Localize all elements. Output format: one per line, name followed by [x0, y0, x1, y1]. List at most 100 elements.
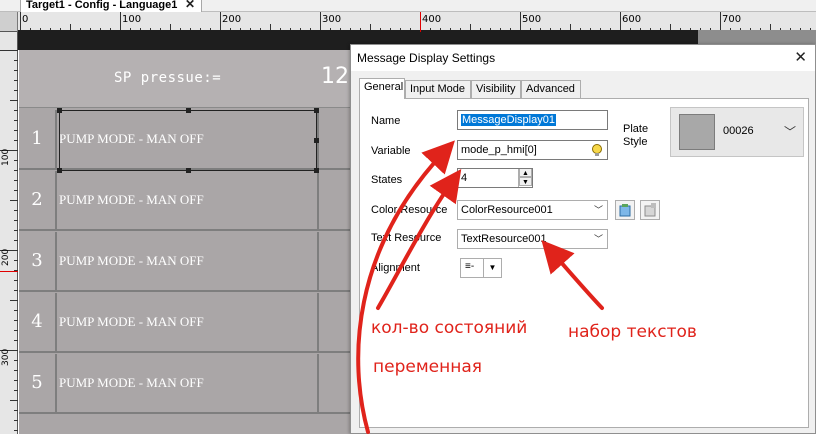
ruler-tick	[14, 410, 18, 411]
ruler-label: 300	[322, 14, 342, 25]
plate-style-label-line1: Plate	[623, 123, 649, 135]
row-number: 3	[19, 232, 57, 290]
alignment-select[interactable]: ≡- ▼	[460, 258, 502, 278]
sp-pressure-value: 12	[321, 64, 349, 89]
ruler-label: 600	[622, 14, 642, 25]
ruler-label: 700	[722, 14, 742, 25]
document-tab-title: Target1 - Config - Language1	[26, 0, 178, 11]
ruler-tick	[14, 120, 18, 121]
ruler-tick	[14, 160, 18, 161]
ruler-label: 200	[222, 14, 242, 25]
variable-label: Variable	[371, 145, 411, 157]
message-row[interactable]: 5 PUMP MODE - MAN OFF	[19, 354, 351, 414]
text-resource-select[interactable]: TextResource001 ﹀	[457, 229, 608, 249]
message-display-text: PUMP MODE - MAN OFF	[59, 253, 204, 268]
close-icon[interactable]: ✕	[794, 48, 807, 66]
plate-style-label-line2: Style	[623, 136, 648, 148]
ruler-tick	[14, 90, 18, 91]
close-icon[interactable]: ✕	[185, 0, 195, 10]
states-spinner[interactable]: ▲ ▼	[518, 169, 532, 187]
ruler-tick	[14, 430, 18, 431]
ruler-tick	[20, 12, 21, 32]
message-display-text: PUMP MODE - MAN OFF	[59, 375, 204, 390]
edit-color-resource-button[interactable]	[615, 200, 635, 220]
align-left-icon: ≡-	[465, 261, 475, 272]
screen-header[interactable]: SP pressue:= 12	[19, 50, 351, 108]
ruler-tick	[14, 260, 18, 261]
resize-handle[interactable]	[186, 108, 191, 113]
color-resource-value: ColorResource001	[461, 204, 553, 216]
ruler-tick	[120, 12, 121, 32]
chevron-down-icon: ﹀	[593, 205, 603, 215]
plate-style-select[interactable]: 00026 ﹀	[670, 107, 804, 157]
color-resource-select[interactable]: ColorResource001 ﹀	[457, 200, 608, 220]
dialog-titlebar[interactable]: Message Display Settings ✕	[351, 45, 815, 71]
tab-advanced[interactable]: Advanced	[521, 80, 581, 98]
ruler-tick	[14, 360, 18, 361]
message-row[interactable]: 2 PUMP MODE - MAN OFF	[19, 171, 351, 231]
message-display-text: PUMP MODE - MAN OFF	[59, 192, 204, 207]
dialog-title: Message Display Settings	[357, 51, 496, 65]
document-tab[interactable]: Target1 - Config - Language1 ✕	[20, 0, 202, 12]
ruler-tick	[10, 100, 18, 101]
ruler-tick	[14, 70, 18, 71]
ruler-tick	[10, 400, 18, 401]
ruler-label: 500	[522, 14, 542, 25]
ruler-tick	[14, 80, 18, 81]
name-input[interactable]: MessageDisplay01	[457, 110, 608, 130]
ruler-tick	[14, 380, 18, 381]
resize-handle[interactable]	[314, 138, 319, 143]
row-divider	[317, 232, 319, 290]
ruler-tick	[14, 140, 18, 141]
ruler-tick	[0, 50, 18, 51]
message-row[interactable]: 4 PUMP MODE - MAN OFF	[19, 293, 351, 353]
resize-handle[interactable]	[314, 108, 319, 113]
resource-edit-icon	[619, 204, 631, 217]
variable-input[interactable]: mode_p_hmi[0]	[457, 140, 608, 160]
text-resource-value: TextResource001	[461, 233, 547, 245]
ruler-label: 300	[1, 348, 11, 366]
resize-handle[interactable]	[186, 168, 191, 173]
plate-style-value: 00026	[723, 125, 754, 137]
states-spinbox[interactable]: 4 ▲ ▼	[457, 168, 533, 188]
name-label: Name	[371, 115, 401, 127]
annotation-variable: переменная	[373, 357, 482, 377]
variable-value: mode_p_hmi[0]	[461, 144, 537, 156]
ruler-cursor-marker-vertical	[0, 271, 18, 272]
tab-visibility[interactable]: Visibility	[471, 80, 521, 98]
ruler-tick	[14, 240, 18, 241]
ruler-label: 400	[422, 14, 442, 25]
resize-handle[interactable]	[314, 168, 319, 173]
ruler-tick	[14, 110, 18, 111]
resize-handle[interactable]	[57, 168, 62, 173]
text-resource-label: Text Resource	[371, 232, 442, 244]
ruler-tick	[520, 12, 521, 32]
plate-swatch	[679, 114, 715, 150]
lightbulb-icon[interactable]	[590, 143, 604, 157]
tab-general[interactable]: General	[359, 78, 405, 99]
row-divider	[317, 171, 319, 229]
spin-up-icon[interactable]: ▲	[519, 169, 532, 177]
ruler-tick	[14, 420, 18, 421]
ruler-label: 0	[22, 14, 29, 25]
states-value: 4	[461, 172, 468, 184]
new-color-resource-button[interactable]	[640, 200, 660, 220]
selection-frame[interactable]	[57, 108, 319, 173]
row-divider	[317, 293, 319, 351]
resize-handle[interactable]	[57, 108, 62, 113]
ruler-tick	[14, 230, 18, 231]
ruler-label: 100	[122, 14, 142, 25]
ruler-tick	[14, 130, 18, 131]
message-row[interactable]: 3 PUMP MODE - MAN OFF	[19, 232, 351, 292]
ruler-corner	[0, 12, 18, 32]
name-value: MessageDisplay01	[461, 114, 556, 126]
ruler-tick	[220, 12, 221, 32]
spin-down-icon[interactable]: ▼	[519, 177, 532, 186]
tab-input-mode[interactable]: Input Mode	[405, 80, 471, 98]
ruler-tick	[14, 220, 18, 221]
ruler-tick	[14, 370, 18, 371]
chevron-down-icon: ﹀	[783, 125, 796, 139]
ruler-label: 100	[1, 148, 11, 166]
hmi-screen[interactable]: SP pressue:= 12 1 PUMP MODE - MAN OFF 2 …	[19, 50, 351, 434]
row-divider	[317, 354, 319, 412]
